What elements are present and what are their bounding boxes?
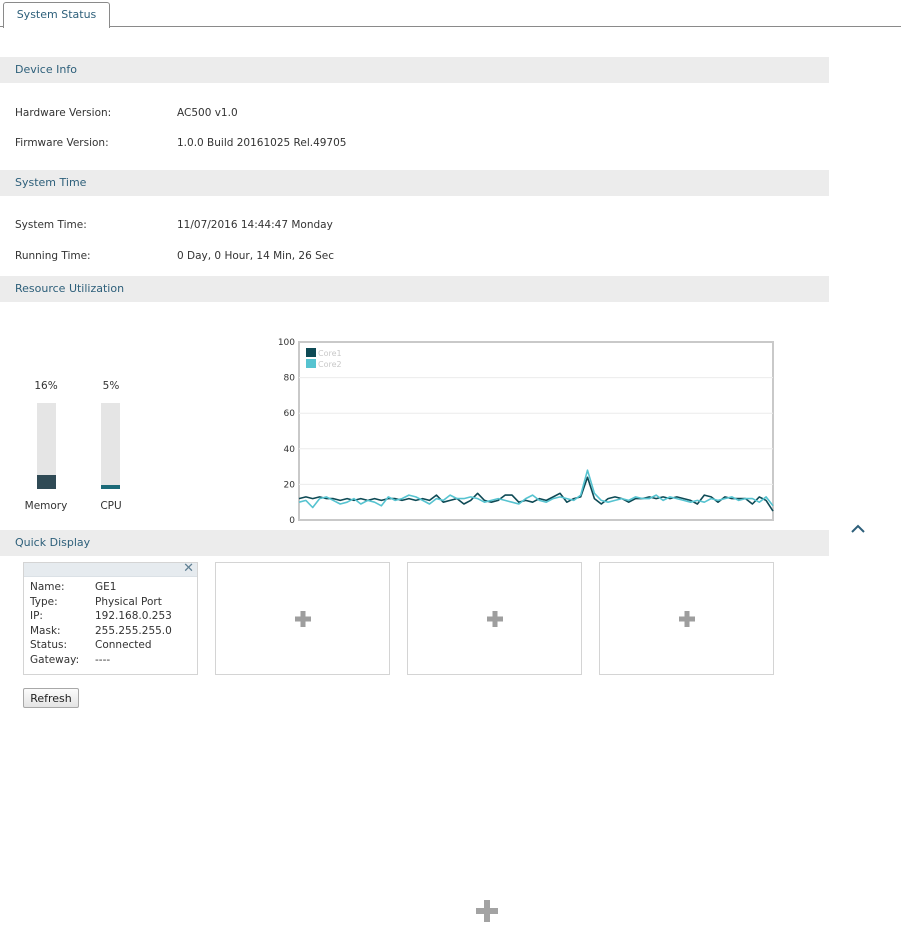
plus-icon xyxy=(678,610,695,627)
quick-display-add-slot[interactable] xyxy=(599,562,774,675)
y-tick-label: 40 xyxy=(284,445,296,455)
cpu-core-usage-chart: 0 20 40 60 80 100 Core1 Core2 xyxy=(278,338,774,526)
qd-row-ip: IP: 192.168.0.253 xyxy=(30,610,172,622)
quick-display-add-slot[interactable] xyxy=(215,562,390,675)
quick-display-add-slot[interactable] xyxy=(407,562,582,675)
quick-display-card-interface: ✕ Name: GE1 Type: Physical Port IP: 192.168… xyxy=(23,562,198,675)
cpu-label: CPU xyxy=(100,500,122,512)
hardware-version-value: AC500 v1.0 xyxy=(177,107,238,119)
memory-percent: 16% xyxy=(34,380,58,392)
system-time-header: System Time xyxy=(0,170,829,196)
plus-icon[interactable] xyxy=(470,895,504,927)
cpu-percent: 5% xyxy=(102,380,120,392)
memory-bar xyxy=(37,403,56,489)
legend-label-core1: Core1 xyxy=(318,349,342,358)
plus-icon xyxy=(486,610,503,627)
quick-display-card-header: ✕ xyxy=(24,562,197,577)
y-tick-label: 0 xyxy=(289,516,295,526)
device-info-header: Device Info xyxy=(0,57,829,83)
plot-area xyxy=(298,341,774,521)
close-icon[interactable]: ✕ xyxy=(183,562,194,576)
plus-icon xyxy=(294,610,311,627)
firmware-version-label: Firmware Version: xyxy=(15,137,109,149)
memory-bar-fill xyxy=(37,475,56,489)
y-tick-label: 20 xyxy=(284,480,296,490)
legend-swatch-core1 xyxy=(306,348,316,357)
running-time-label: Running Time: xyxy=(15,250,91,262)
qd-row-name: Name: GE1 xyxy=(30,581,117,593)
legend-swatch-core2 xyxy=(306,359,316,368)
qd-row-type: Type: Physical Port xyxy=(30,596,162,608)
resource-utilization-header: Resource Utilization xyxy=(0,276,829,302)
y-tick-label: 60 xyxy=(284,409,296,419)
qd-row-mask: Mask: 255.255.255.0 xyxy=(30,625,172,637)
system-time-value: 11/07/2016 14:44:47 Monday xyxy=(177,219,333,231)
qd-row-gateway: Gateway: ---- xyxy=(30,654,111,666)
running-time-value: 0 Day, 0 Hour, 14 Min, 26 Sec xyxy=(177,250,335,262)
firmware-version-value: 1.0.0 Build 20161025 Rel.49705 xyxy=(177,137,347,149)
y-tick-label: 100 xyxy=(278,338,295,348)
qd-row-status: Status: Connected xyxy=(30,639,152,651)
y-tick-label: 80 xyxy=(284,374,296,384)
cpu-bar-fill xyxy=(101,484,120,489)
chevron-up-icon[interactable] xyxy=(846,518,870,540)
refresh-button[interactable]: Refresh xyxy=(23,688,79,708)
system-time-label: System Time: xyxy=(15,219,87,231)
memory-label: Memory xyxy=(24,500,68,512)
hardware-version-label: Hardware Version: xyxy=(15,107,112,119)
legend-label-core2: Core2 xyxy=(318,360,342,369)
tab-bar: System Status xyxy=(0,0,901,28)
tab-system-status[interactable]: System Status xyxy=(3,2,110,28)
cpu-bar xyxy=(101,403,120,489)
quick-display-header: Quick Display xyxy=(0,530,829,556)
